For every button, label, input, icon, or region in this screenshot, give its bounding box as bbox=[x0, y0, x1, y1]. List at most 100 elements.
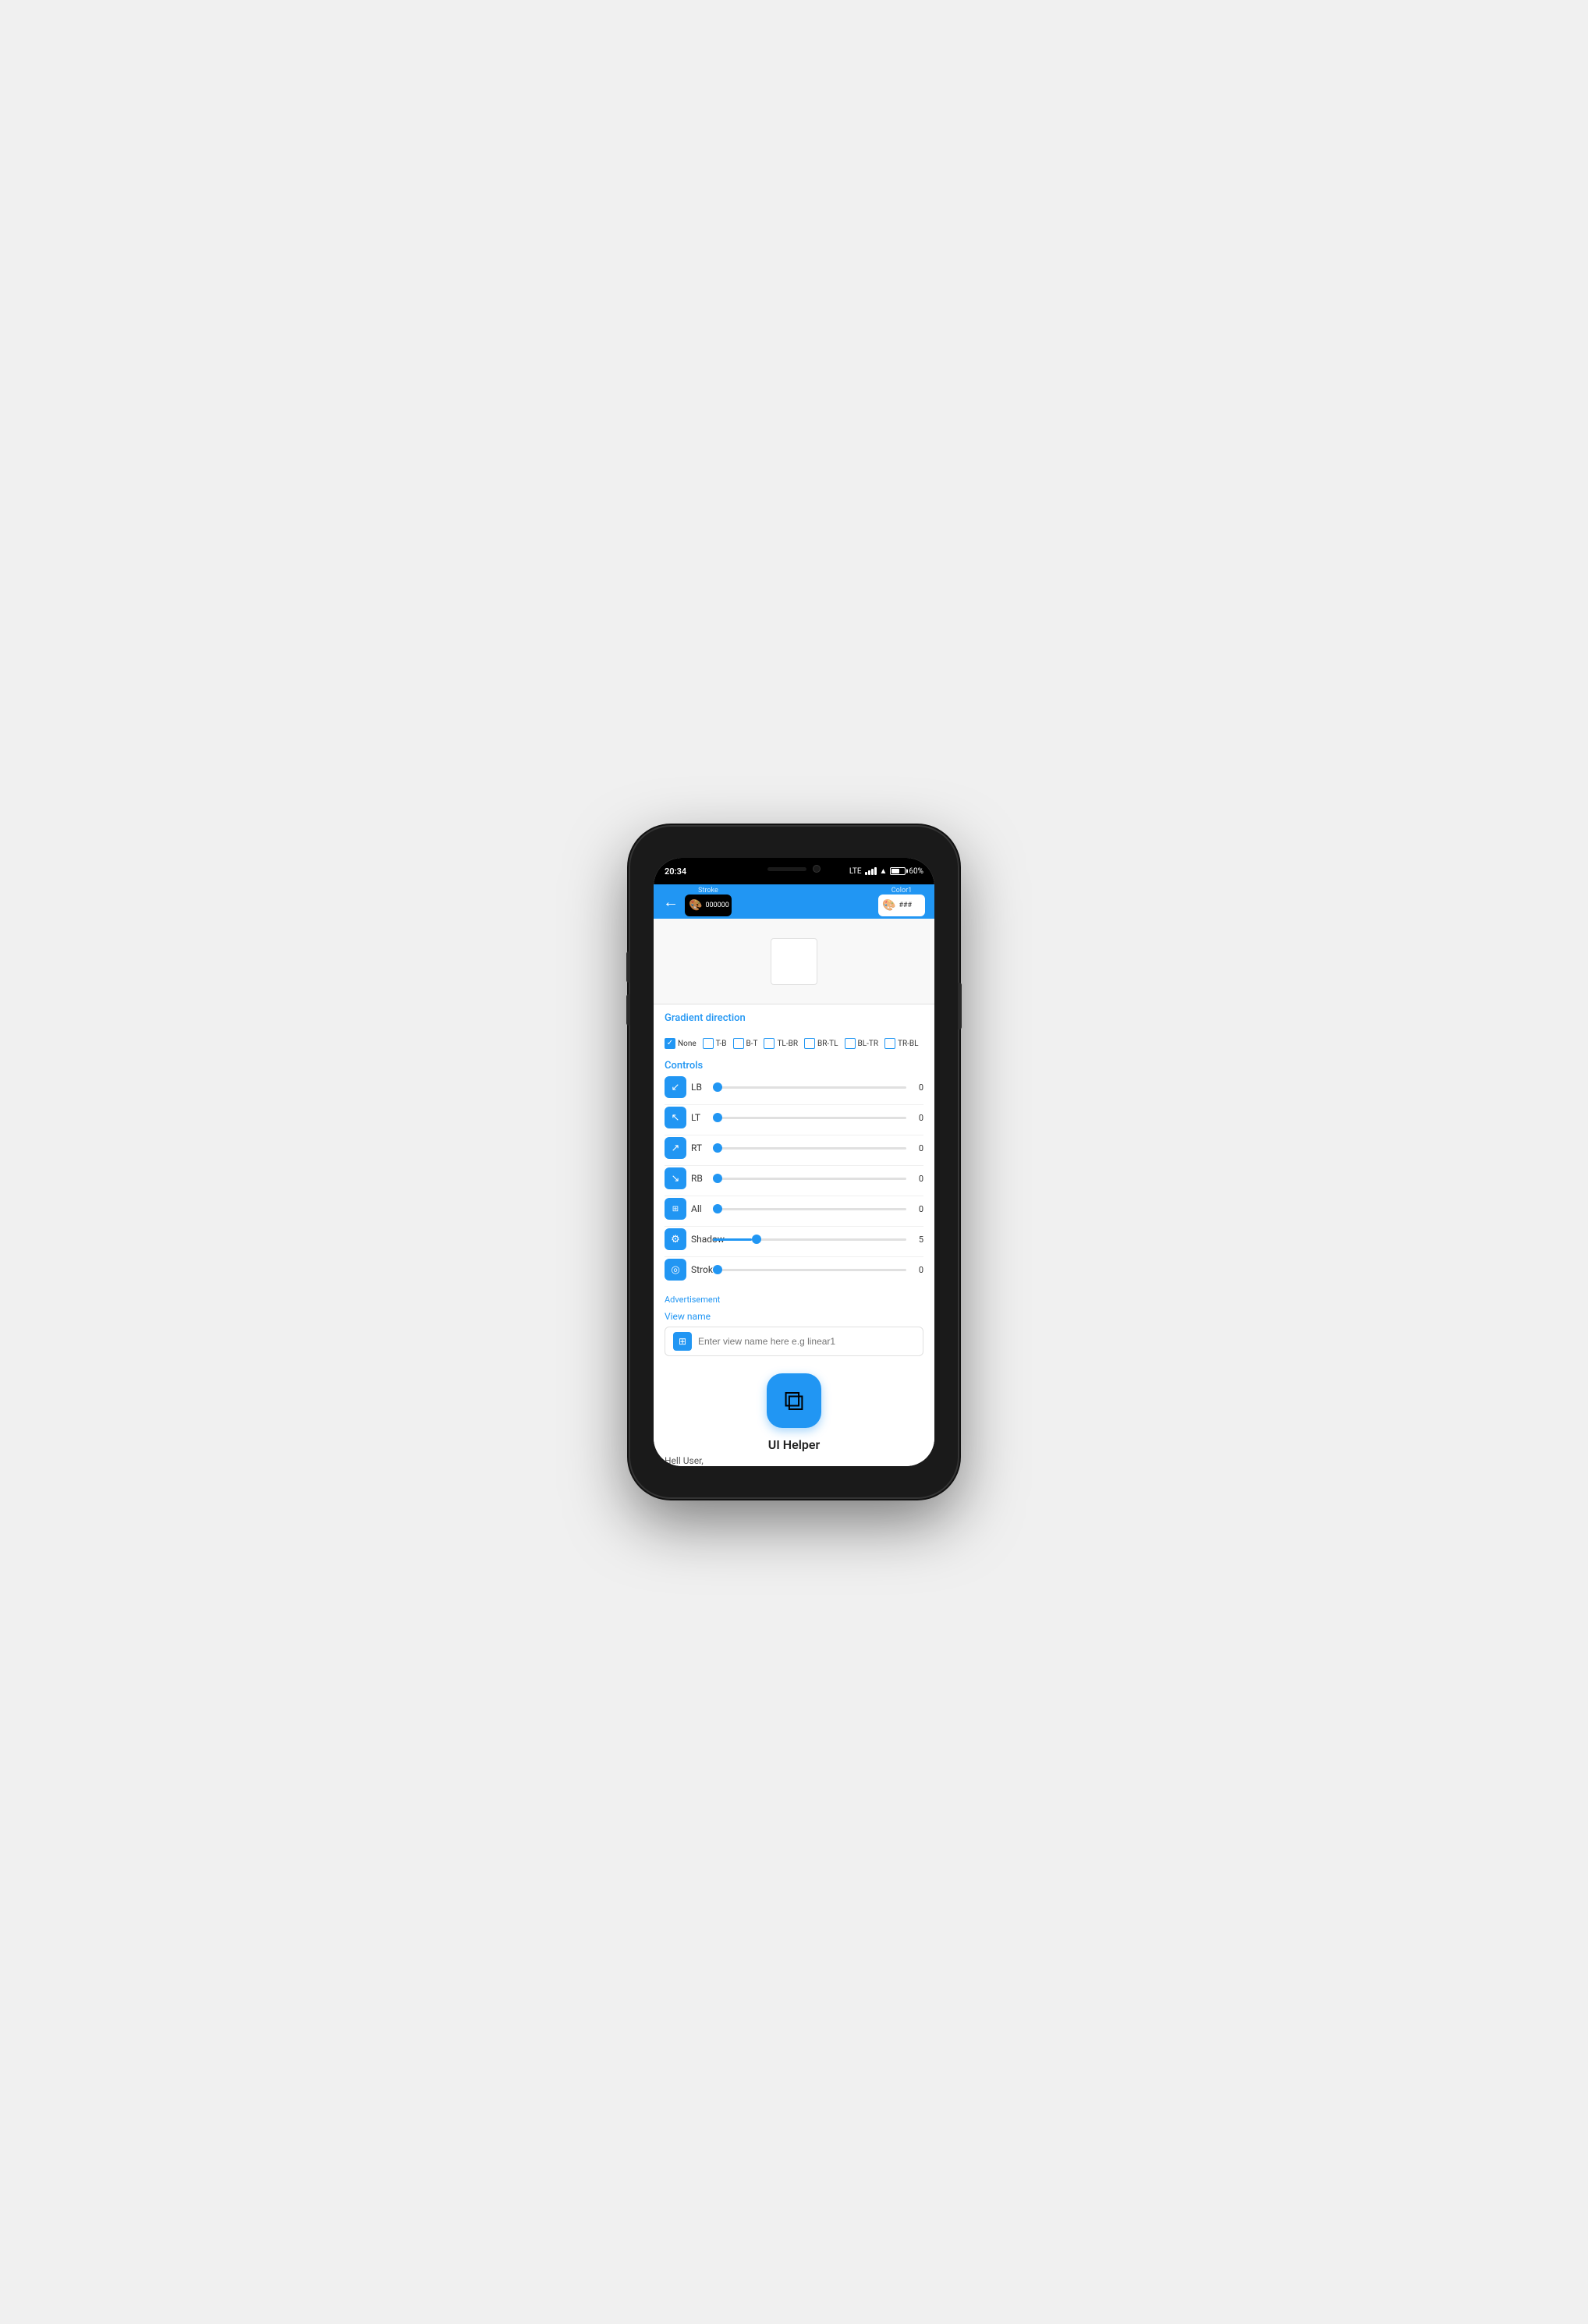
back-button[interactable]: ← bbox=[663, 892, 679, 912]
checkbox-bt[interactable] bbox=[733, 1038, 744, 1049]
lb-value: 0 bbox=[911, 1082, 923, 1093]
stroke-section: Stroke 🎨 000000 bbox=[685, 887, 732, 916]
lt-slider-thumb[interactable] bbox=[713, 1113, 722, 1122]
view-name-field[interactable] bbox=[698, 1336, 915, 1347]
lt-icon-button[interactable]: ↖ bbox=[665, 1107, 686, 1128]
color1-label: Color1 bbox=[891, 887, 912, 895]
shadow-slider[interactable] bbox=[713, 1238, 906, 1241]
rt-value: 0 bbox=[911, 1143, 923, 1153]
checkbox-brtl[interactable] bbox=[804, 1038, 815, 1049]
wifi-icon: ▲ bbox=[880, 867, 888, 876]
rt-label: RT bbox=[691, 1143, 708, 1153]
divider-1 bbox=[665, 1104, 923, 1105]
rb-label: RB bbox=[691, 1173, 708, 1184]
stroke-circle-icon: ◎ bbox=[671, 1264, 679, 1276]
shadow-slider-thumb[interactable] bbox=[752, 1235, 761, 1244]
all-icon-button[interactable]: ⊞ bbox=[665, 1198, 686, 1220]
rb-icon-button[interactable]: ↘ bbox=[665, 1167, 686, 1189]
grad-option-bltr[interactable]: BL-TR bbox=[845, 1038, 879, 1049]
control-rt: ↗ RT 0 bbox=[665, 1137, 923, 1159]
checkbox-bltr[interactable] bbox=[845, 1038, 856, 1049]
grad-option-trbl[interactable]: TR-BL bbox=[884, 1038, 919, 1049]
stroke-icon-button[interactable]: ◎ bbox=[665, 1259, 686, 1281]
control-lt: ↖ LT 0 bbox=[665, 1107, 923, 1128]
phone-device: 20:34 LTE ▲ 60% bbox=[630, 827, 958, 1497]
stroke-slider[interactable] bbox=[713, 1269, 906, 1271]
all-expand-icon: ⊞ bbox=[672, 1205, 679, 1213]
control-shadow: ⚙ Shadow 5 bbox=[665, 1228, 923, 1250]
checkbox-tb[interactable] bbox=[703, 1038, 714, 1049]
checkbox-tlbr[interactable] bbox=[764, 1038, 775, 1049]
control-rb: ↘ RB 0 bbox=[665, 1167, 923, 1189]
rt-slider-thumb[interactable] bbox=[713, 1143, 722, 1153]
gradient-section: Gradient direction bbox=[654, 1004, 934, 1035]
color1-palette-icon: 🎨 bbox=[882, 899, 895, 912]
preview-area bbox=[654, 919, 934, 1004]
shadow-icon-button[interactable]: ⚙ bbox=[665, 1228, 686, 1250]
status-bar: 20:34 LTE ▲ 60% bbox=[654, 858, 934, 884]
lb-label: LB bbox=[691, 1082, 708, 1093]
checkbox-none[interactable]: ✓ bbox=[665, 1038, 675, 1049]
stroke-color-button[interactable]: 🎨 000000 bbox=[685, 895, 732, 916]
rt-slider[interactable] bbox=[713, 1147, 906, 1150]
grad-option-brtl[interactable]: BR-TL bbox=[804, 1038, 838, 1049]
color1-section: Color1 🎨 ### bbox=[878, 887, 925, 916]
app-info-section: UI Helper Hell User, Make good UI by fol… bbox=[654, 1434, 934, 1466]
advertisement-label: Advertisement bbox=[654, 1291, 934, 1308]
all-slider-thumb[interactable] bbox=[713, 1204, 722, 1213]
status-time: 20:34 bbox=[665, 866, 686, 877]
phone-screen: 20:34 LTE ▲ 60% bbox=[654, 858, 934, 1466]
shadow-slider-fill bbox=[713, 1238, 752, 1241]
volume-up-button[interactable] bbox=[626, 951, 630, 983]
grad-label-tlbr: TL-BR bbox=[777, 1040, 798, 1048]
grad-label-bt: B-T bbox=[746, 1040, 758, 1048]
control-all: ⊞ All 0 bbox=[665, 1198, 923, 1220]
lt-slider[interactable] bbox=[713, 1117, 906, 1119]
rb-slider[interactable] bbox=[713, 1178, 906, 1180]
all-slider[interactable] bbox=[713, 1208, 906, 1210]
divider-6 bbox=[665, 1256, 923, 1257]
front-camera bbox=[813, 865, 821, 873]
stroke-value: 0 bbox=[911, 1265, 923, 1275]
grad-label-trbl: TR-BL bbox=[898, 1040, 919, 1048]
color1-button[interactable]: 🎨 ### bbox=[878, 895, 925, 916]
grad-option-tb[interactable]: T-B bbox=[703, 1038, 727, 1049]
grid-icon: ⊞ bbox=[679, 1336, 686, 1347]
gradient-title: Gradient direction bbox=[665, 1012, 923, 1024]
shadow-value: 5 bbox=[911, 1235, 923, 1245]
checkbox-trbl[interactable] bbox=[884, 1038, 895, 1049]
lt-arrow-icon: ↖ bbox=[672, 1112, 680, 1124]
lt-value: 0 bbox=[911, 1113, 923, 1123]
speaker-grille bbox=[767, 867, 806, 871]
stroke-color-value: 000000 bbox=[705, 902, 728, 909]
logo-icon: ⧉ bbox=[784, 1384, 804, 1418]
app-content[interactable]: ← Stroke 🎨 000000 Color1 🎨 ### bbox=[654, 884, 934, 1466]
power-button[interactable] bbox=[958, 983, 962, 1029]
preview-box bbox=[771, 938, 817, 985]
rt-icon-button[interactable]: ↗ bbox=[665, 1137, 686, 1159]
shadow-gear-icon: ⚙ bbox=[671, 1234, 680, 1245]
palette-icon: 🎨 bbox=[689, 899, 702, 912]
lb-slider-thumb[interactable] bbox=[713, 1082, 722, 1092]
lb-slider[interactable] bbox=[713, 1086, 906, 1089]
network-indicator: LTE bbox=[849, 867, 862, 876]
grad-option-none[interactable]: ✓ None bbox=[665, 1038, 697, 1049]
status-indicators: LTE ▲ 60% bbox=[849, 867, 923, 876]
gradient-options: ✓ None T-B B-T TL-BR BR bbox=[654, 1035, 934, 1055]
lb-icon-button[interactable]: ↙ bbox=[665, 1076, 686, 1098]
divider-3 bbox=[665, 1165, 923, 1166]
divider-5 bbox=[665, 1226, 923, 1227]
grad-option-tlbr[interactable]: TL-BR bbox=[764, 1038, 798, 1049]
controls-title: Controls bbox=[665, 1060, 923, 1072]
app-greeting: Hell User, bbox=[654, 1454, 934, 1466]
stroke-slider-thumb[interactable] bbox=[713, 1265, 722, 1274]
stroke-label: Stroke bbox=[698, 887, 718, 895]
grad-label-brtl: BR-TL bbox=[817, 1040, 838, 1048]
view-name-grid-icon: ⊞ bbox=[673, 1332, 692, 1351]
volume-down-button[interactable] bbox=[626, 994, 630, 1026]
lb-arrow-icon: ↙ bbox=[672, 1082, 680, 1093]
grad-option-bt[interactable]: B-T bbox=[733, 1038, 758, 1049]
battery-fill bbox=[891, 869, 899, 873]
rb-slider-thumb[interactable] bbox=[713, 1174, 722, 1183]
rb-value: 0 bbox=[911, 1174, 923, 1184]
